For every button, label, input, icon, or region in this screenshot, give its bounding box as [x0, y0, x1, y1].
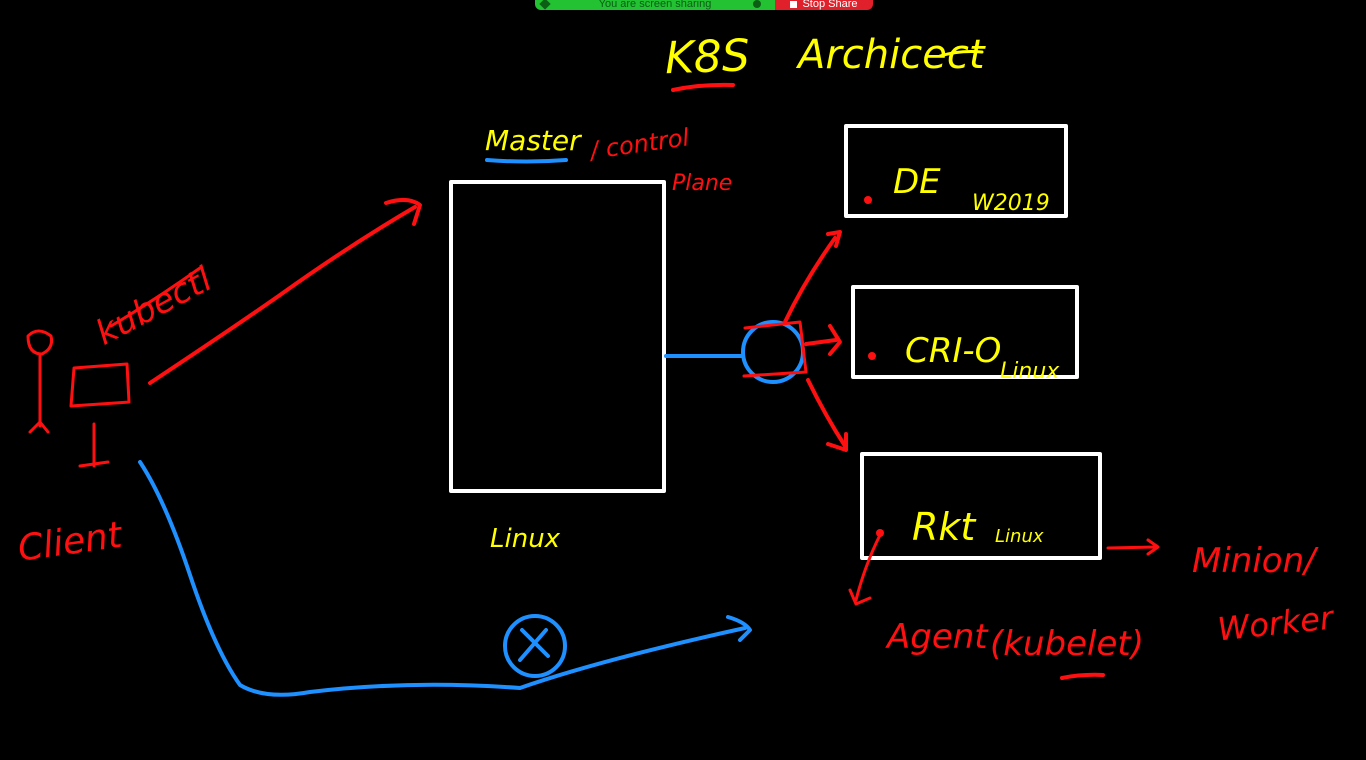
user-body-stroke: [28, 352, 50, 434]
client-label: Client: [15, 514, 126, 569]
client-to-worker-path: [138, 460, 747, 697]
master-underline: [485, 158, 568, 164]
kubelet-underline: [1060, 672, 1105, 680]
screen-sharing-status[interactable]: You are screen sharing: [535, 0, 775, 10]
node-1-os: W2019: [972, 191, 1050, 216]
node-1-runtime: DE: [893, 162, 941, 202]
node-1-dot: [864, 196, 872, 204]
agent-label: Agent: [885, 617, 989, 657]
blocked-circle: [503, 614, 567, 678]
master-os-label: Linux: [490, 524, 561, 554]
hub-to-node-1-arrow: [783, 230, 842, 324]
hub-to-node-3-arrow: [806, 378, 848, 452]
stop-share-button[interactable]: Stop Share: [775, 0, 873, 10]
user-head-icon: [26, 329, 54, 356]
master-label: Master: [485, 124, 582, 157]
master-node-box: [449, 180, 666, 493]
blocked-x-icon: [518, 628, 550, 662]
client-connector: [78, 422, 110, 468]
stop-icon: [790, 1, 798, 8]
hub-to-node-2-arrow: [804, 324, 842, 356]
client-box: [69, 362, 131, 408]
node-2-dot: [868, 352, 876, 360]
node-2-os: Linux: [1000, 359, 1060, 384]
worker-node-3-box: [860, 452, 1102, 560]
title-architecture: Archicect: [795, 32, 986, 78]
title-k8s: K8S: [664, 30, 751, 84]
node-3-runtime: Rkt: [912, 505, 977, 549]
whiteboard-canvas[interactable]: K8S Archicect Master / control Plane Lin…: [0, 0, 1366, 760]
node-to-worker-arrow: [1106, 538, 1160, 556]
worker-label: Worker: [1216, 598, 1337, 648]
node-3-os: Linux: [995, 526, 1044, 547]
kubectl-label: kubectl: [89, 259, 219, 353]
minion-label: Minion/: [1192, 541, 1319, 581]
title-underline: [671, 82, 735, 92]
screen-sharing-label: You are screen sharing: [598, 0, 712, 10]
share-grip-icon: [539, 0, 551, 10]
control-label: / control: [586, 123, 691, 165]
plane-label: Plane: [672, 171, 732, 196]
kubelet-label: (kubelet): [990, 624, 1144, 664]
stop-share-label: Stop Share: [802, 0, 858, 10]
agent-pointer: [848, 533, 882, 606]
node-2-runtime: CRI-O: [905, 331, 1001, 371]
shield-icon: [753, 0, 761, 8]
screen-share-bar: You are screen sharing Stop Share: [535, 0, 873, 10]
